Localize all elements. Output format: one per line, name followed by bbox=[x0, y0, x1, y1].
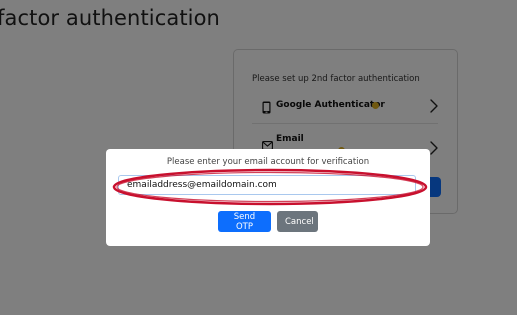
cancel-button[interactable]: Cancel bbox=[277, 211, 318, 232]
email-verification-modal: Please enter your email account for veri… bbox=[106, 149, 430, 246]
send-otp-button[interactable]: Send OTP bbox=[218, 211, 271, 232]
modal-actions: Send OTP Cancel bbox=[106, 211, 430, 232]
email-input[interactable] bbox=[118, 175, 416, 195]
modal-prompt: Please enter your email account for veri… bbox=[166, 157, 370, 167]
